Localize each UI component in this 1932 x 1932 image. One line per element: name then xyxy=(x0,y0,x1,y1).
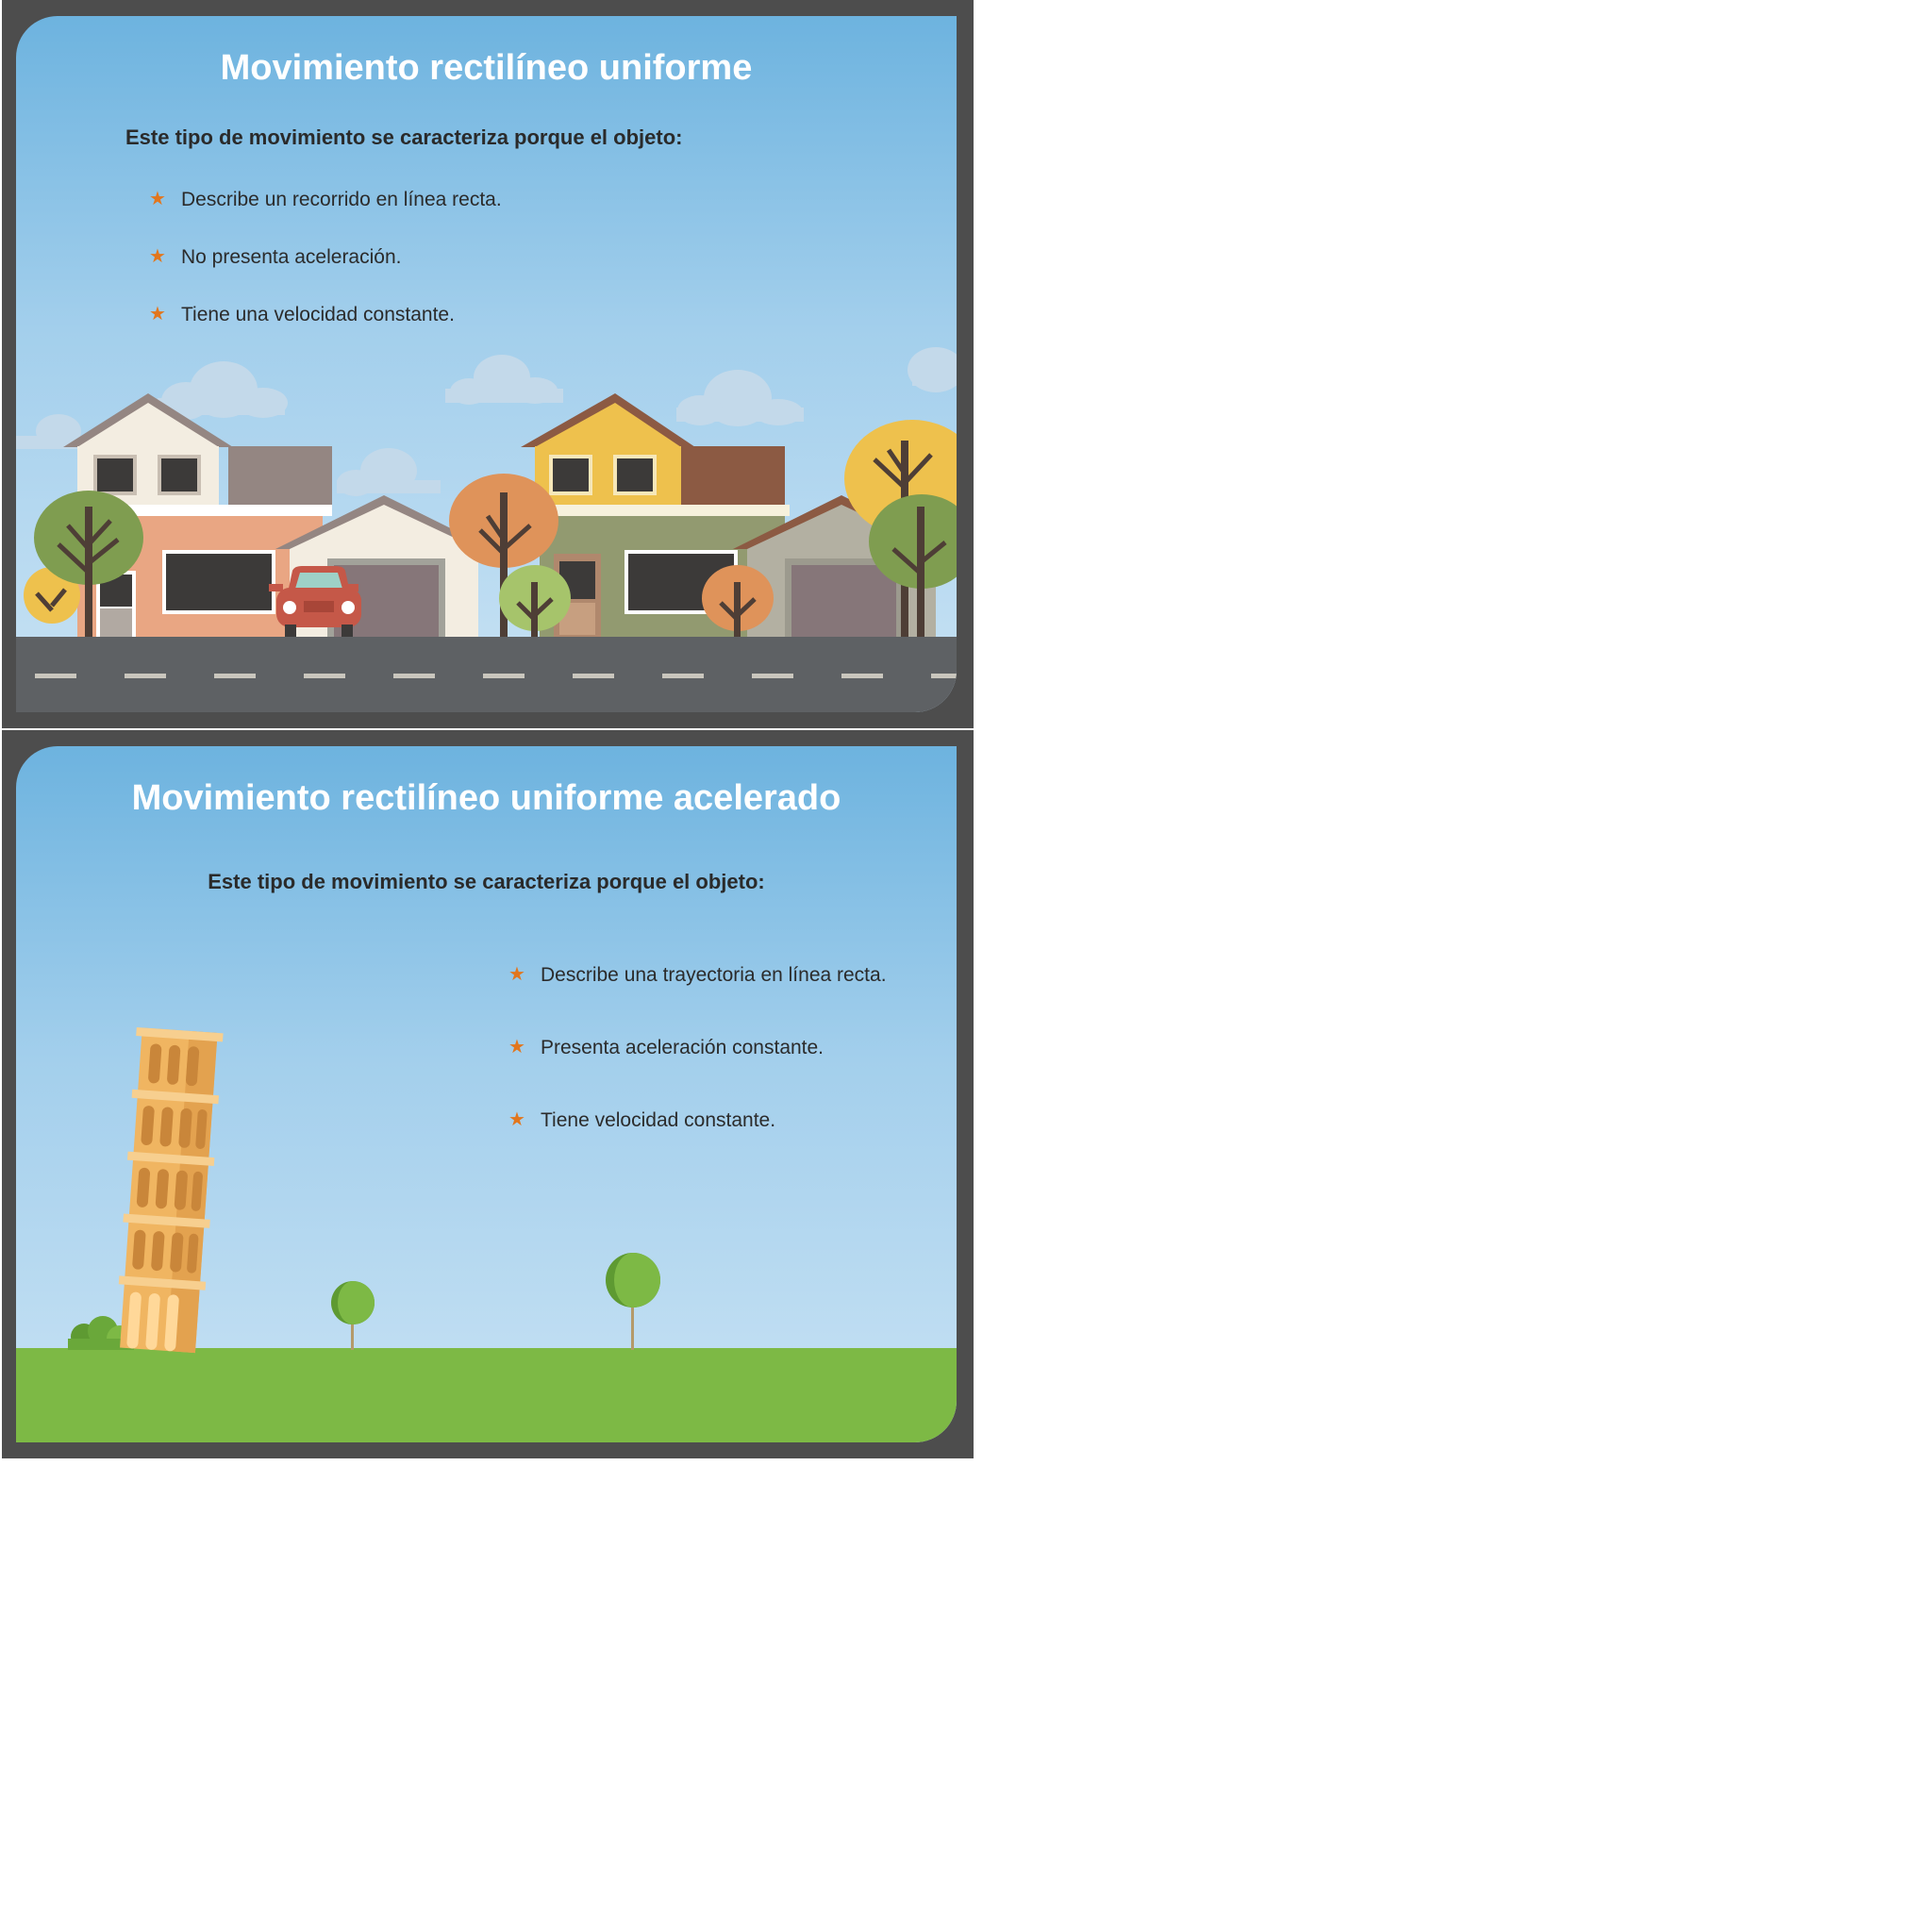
slide-frame-2: Movimiento rectilíneo uniforme acelerado… xyxy=(2,730,974,1458)
bullet-item: ★ Tiene una velocidad constante. xyxy=(149,303,502,360)
slide-1: Movimiento rectilíneo uniforme Este tipo… xyxy=(16,16,957,712)
star-icon: ★ xyxy=(508,964,525,985)
star-icon: ★ xyxy=(508,1037,525,1058)
slide-subtitle: Este tipo de movimiento se caracteriza p… xyxy=(208,870,765,893)
bullet-text: Presenta aceleración constante. xyxy=(541,1037,824,1058)
leaning-tower xyxy=(118,1026,224,1354)
star-icon: ★ xyxy=(508,1109,525,1130)
bullet-text: Tiene velocidad constante. xyxy=(541,1109,776,1131)
bullet-text: No presenta aceleración. xyxy=(181,246,402,268)
bullet-text: Describe una trayectoria en línea recta. xyxy=(541,964,887,986)
bullet-item: ★ Tiene velocidad constante. xyxy=(508,1108,887,1181)
star-icon: ★ xyxy=(149,246,166,267)
slide-title: Movimiento rectilíneo uniforme xyxy=(220,48,753,88)
bullet-list: ★ Describe una trayectoria en línea recta… xyxy=(508,963,887,1181)
street-scene-illustration xyxy=(16,347,957,712)
bullet-item: ★ Describe un recorrido en línea recta. xyxy=(149,188,502,245)
star-icon: ★ xyxy=(149,304,166,325)
slide-subtitle: Este tipo de movimiento se caracteriza p… xyxy=(125,125,683,149)
road xyxy=(16,637,957,712)
slide-frame-1: Movimiento rectilíneo uniforme Este tipo… xyxy=(2,0,974,728)
small-trees xyxy=(331,1253,660,1350)
slide-2: Movimiento rectilíneo uniforme acelerado… xyxy=(16,746,957,1442)
bullet-item: ★ Presenta aceleración constante. xyxy=(508,1036,887,1108)
bullet-list: ★ Describe un recorrido en línea recta. ★… xyxy=(149,188,502,360)
slide-title: Movimiento rectilíneo uniforme acelerado xyxy=(131,778,841,818)
bullet-item: ★ Describe una trayectoria en línea recta… xyxy=(508,963,887,1036)
bullet-text: Tiene una velocidad constante. xyxy=(181,304,455,325)
bullet-item: ★ No presenta aceleración. xyxy=(149,245,502,303)
bullet-text: Describe un recorrido en línea recta. xyxy=(181,189,502,210)
grass xyxy=(16,1348,957,1442)
star-icon: ★ xyxy=(149,189,166,209)
